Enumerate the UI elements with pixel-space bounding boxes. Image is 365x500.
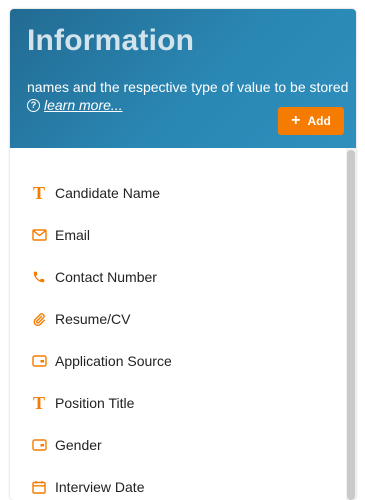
- list-item[interactable]: Interview Date: [10, 467, 346, 500]
- list-item[interactable]: Resume/CV: [10, 299, 346, 339]
- text-icon: T: [32, 183, 45, 203]
- list-item[interactable]: Email: [10, 215, 346, 255]
- help-circle-icon: ?: [27, 98, 40, 112]
- learn-more-link[interactable]: ? learn more...: [27, 97, 123, 113]
- list-item[interactable]: T Candidate Name: [10, 173, 346, 213]
- plus-icon: +: [291, 112, 301, 129]
- field-list: T Candidate Name Email Contact Number Re…: [10, 148, 346, 500]
- add-button[interactable]: + Add: [278, 107, 344, 135]
- field-label: Resume/CV: [55, 311, 131, 327]
- panel-title: Information: [27, 24, 195, 57]
- list-item[interactable]: Application Source: [10, 341, 346, 381]
- field-label: Email: [55, 227, 91, 243]
- list-item[interactable]: T Position Title: [10, 383, 346, 423]
- dropdown-icon: [31, 437, 47, 453]
- information-panel: Information names and the respective typ…: [10, 9, 356, 500]
- field-label: Application Source: [55, 353, 172, 369]
- field-label: Gender: [55, 437, 102, 453]
- field-label: Contact Number: [55, 269, 157, 285]
- panel-header: Information names and the respective typ…: [10, 9, 356, 148]
- phone-icon: [31, 269, 47, 285]
- add-button-label: Add: [307, 114, 331, 128]
- learn-more-text: learn more...: [44, 97, 123, 113]
- paperclip-icon: [31, 311, 47, 327]
- list-item[interactable]: Contact Number: [10, 257, 346, 297]
- field-label: Candidate Name: [55, 185, 161, 201]
- field-label: Position Title: [55, 395, 135, 411]
- dropdown-icon: [31, 353, 47, 369]
- text-icon: T: [32, 393, 45, 413]
- field-label: Interview Date: [55, 479, 145, 495]
- scrollbar-thumb[interactable]: [347, 150, 355, 500]
- panel-description: names and the respective type of value t…: [27, 79, 349, 95]
- envelope-icon: [31, 227, 47, 243]
- calendar-icon: [31, 479, 47, 495]
- list-item[interactable]: Gender: [10, 425, 346, 465]
- list-scrollbar[interactable]: [346, 148, 356, 500]
